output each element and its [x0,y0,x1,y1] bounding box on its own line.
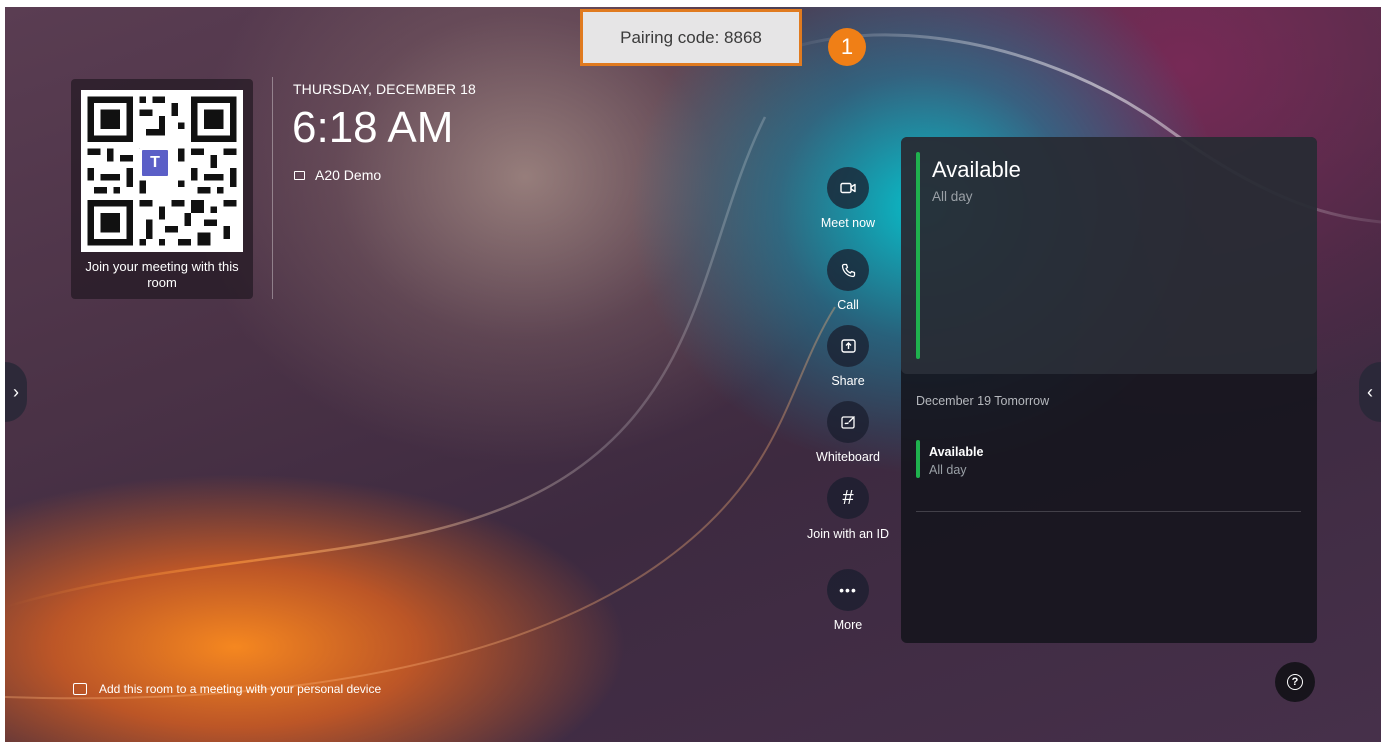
video-camera-icon [827,167,869,209]
share-screen-icon [827,325,869,367]
qr-caption: Join your meeting with this room [85,259,239,290]
whiteboard-label: Whiteboard [816,450,880,464]
date-label: THURSDAY, DECEMBER 18 [293,81,476,97]
join-with-id-label: Join with an ID [807,527,889,541]
call-label: Call [837,298,859,312]
add-room-text: Add this room to a meeting with your per… [99,682,382,696]
whiteboard-icon [827,401,869,443]
meet-now-button[interactable]: Meet now [803,167,893,230]
teams-room-screen: Pairing code: 8868 1 T Join your meeting… [5,7,1381,742]
room-name-label: A20 Demo [315,167,382,183]
phone-icon [827,249,869,291]
share-button[interactable]: Share [803,325,893,388]
hash-icon: # [827,477,869,519]
calendar-panel: Available All day December 19 Tomorrow A… [901,137,1317,643]
help-button[interactable]: ? [1275,662,1315,702]
meet-now-label: Meet now [820,216,876,230]
display-icon [294,170,305,180]
tomorrow-status-bar [916,440,920,478]
pairing-code-label: Pairing code: 8868 [620,27,762,47]
join-with-id-button[interactable]: # Join with an ID [803,477,893,542]
callout-badge: 1 [828,28,866,66]
cast-device-icon [73,683,87,695]
question-icon: ? [1287,674,1303,690]
chevron-right-icon: › [13,381,19,402]
qr-join-card[interactable]: T Join your meeting with this room [71,79,253,299]
share-label: Share [831,374,865,388]
tomorrow-duration: All day [929,463,967,477]
more-button[interactable]: ••• More [803,569,893,632]
whiteboard-button[interactable]: Whiteboard [803,401,893,464]
tomorrow-status[interactable]: Available [929,445,983,459]
more-label: More [833,618,863,632]
call-button[interactable]: Call [803,249,893,312]
right-panel-toggle[interactable]: ‹ [1359,362,1381,422]
time-label: 6:18 AM [292,103,454,152]
today-status: Available [932,157,1021,182]
add-room-prompt[interactable]: Add this room to a meeting with your per… [73,682,381,696]
room-name: A20 Demo [294,167,381,183]
tomorrow-header: December 19 Tomorrow [916,394,1050,408]
teams-logo-icon: T [139,147,171,179]
today-availability-card[interactable]: Available All day [901,137,1317,374]
today-duration: All day [932,189,973,204]
more-icon: ••• [827,569,869,611]
calendar-divider [916,511,1301,512]
header-divider [272,77,273,299]
pairing-code: Pairing code: 8868 [580,9,802,66]
status-bar [916,152,920,359]
chevron-left-icon: ‹ [1367,381,1373,402]
